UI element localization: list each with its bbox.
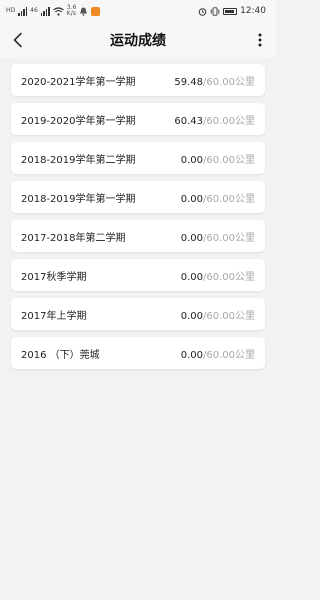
- alarm-icon: [198, 7, 207, 16]
- record-card[interactable]: 2018-2019学年第一学期 0.00/60.00公里: [11, 181, 265, 213]
- distance-goal: 60.00: [206, 115, 235, 127]
- speed-label: 3.6 K/s: [66, 4, 77, 17]
- nav-bar: 运动成绩: [0, 22, 276, 58]
- record-distance: 59.48/60.00公里: [174, 73, 255, 88]
- distance-done: 60.43: [174, 115, 203, 127]
- clock-time: 12:40: [240, 6, 266, 16]
- chevron-left-icon: [13, 32, 22, 48]
- distance-done: 0.00: [180, 310, 203, 322]
- record-card[interactable]: 2017-2018年第二学期 0.00/60.00公里: [11, 220, 265, 252]
- record-distance: 0.00/60.00公里: [181, 190, 255, 205]
- distance-goal: 60.00: [206, 232, 235, 244]
- more-vertical-icon: [258, 33, 262, 47]
- distance-unit: 公里: [235, 193, 255, 205]
- record-distance: 0.00/60.00公里: [181, 151, 255, 166]
- distance-unit: 公里: [235, 232, 255, 244]
- record-card[interactable]: 2020-2021学年第一学期 59.48/60.00公里: [11, 64, 265, 96]
- distance-done: 0.00: [180, 154, 203, 166]
- record-term: 2018-2019学年第二学期: [21, 154, 136, 166]
- record-term: 2017秋季学期: [21, 271, 87, 283]
- record-term: 2017年上学期: [21, 310, 87, 322]
- distance-goal: 60.00: [206, 349, 235, 361]
- record-list: 2020-2021学年第一学期 59.48/60.00公里 2019-2020学…: [11, 64, 265, 369]
- distance-goal: 60.00: [206, 76, 235, 88]
- record-distance: 60.43/60.00公里: [174, 112, 255, 127]
- record-distance: 0.00/60.00公里: [181, 346, 255, 361]
- status-bar: HD 46 3.6 K/s 12:40: [0, 0, 276, 22]
- distance-goal: 60.00: [206, 271, 235, 283]
- distance-done: 0.00: [180, 271, 203, 283]
- signal-icon: [18, 6, 28, 16]
- distance-unit: 公里: [235, 349, 255, 361]
- record-distance: 0.00/60.00公里: [181, 307, 255, 322]
- distance-goal: 60.00: [206, 154, 235, 166]
- battery-icon: [223, 7, 238, 15]
- distance-unit: 公里: [235, 154, 255, 166]
- network-label: 46: [30, 7, 38, 14]
- status-right: 12:40: [198, 6, 266, 16]
- notification-bell-icon: [80, 7, 88, 16]
- distance-done: 0.00: [180, 193, 203, 205]
- distance-unit: 公里: [235, 271, 255, 283]
- record-term: 2020-2021学年第一学期: [21, 76, 136, 88]
- record-term: 2017-2018年第二学期: [21, 232, 126, 244]
- distance-unit: 公里: [235, 310, 255, 322]
- record-term: 2016 （下）莞城: [21, 349, 100, 361]
- hd-label: HD: [6, 7, 16, 14]
- record-card[interactable]: 2019-2020学年第一学期 60.43/60.00公里: [11, 103, 265, 135]
- vibrate-icon: [210, 6, 220, 16]
- more-options-button[interactable]: [250, 28, 270, 52]
- distance-done: 0.00: [180, 349, 203, 361]
- status-left: HD 46 3.6 K/s: [6, 4, 101, 17]
- record-card[interactable]: 2018-2019学年第二学期 0.00/60.00公里: [11, 142, 265, 174]
- record-card[interactable]: 2017秋季学期 0.00/60.00公里: [11, 259, 265, 291]
- record-term: 2019-2020学年第一学期: [21, 115, 136, 127]
- back-button[interactable]: [6, 28, 30, 52]
- distance-done: 0.00: [180, 232, 203, 244]
- distance-goal: 60.00: [206, 193, 235, 205]
- record-distance: 0.00/60.00公里: [181, 229, 255, 244]
- distance-unit: 公里: [235, 115, 255, 127]
- distance-goal: 60.00: [206, 310, 235, 322]
- record-card[interactable]: 2016 （下）莞城 0.00/60.00公里: [11, 337, 265, 369]
- distance-done: 59.48: [174, 76, 203, 88]
- app-notification-icon: [91, 6, 101, 16]
- record-term: 2018-2019学年第一学期: [21, 193, 136, 205]
- page-title: 运动成绩: [110, 33, 166, 49]
- record-distance: 0.00/60.00公里: [181, 268, 255, 283]
- distance-unit: 公里: [235, 76, 255, 88]
- wifi-icon: [52, 6, 64, 16]
- record-card[interactable]: 2017年上学期 0.00/60.00公里: [11, 298, 265, 330]
- signal-icon-2: [40, 6, 50, 16]
